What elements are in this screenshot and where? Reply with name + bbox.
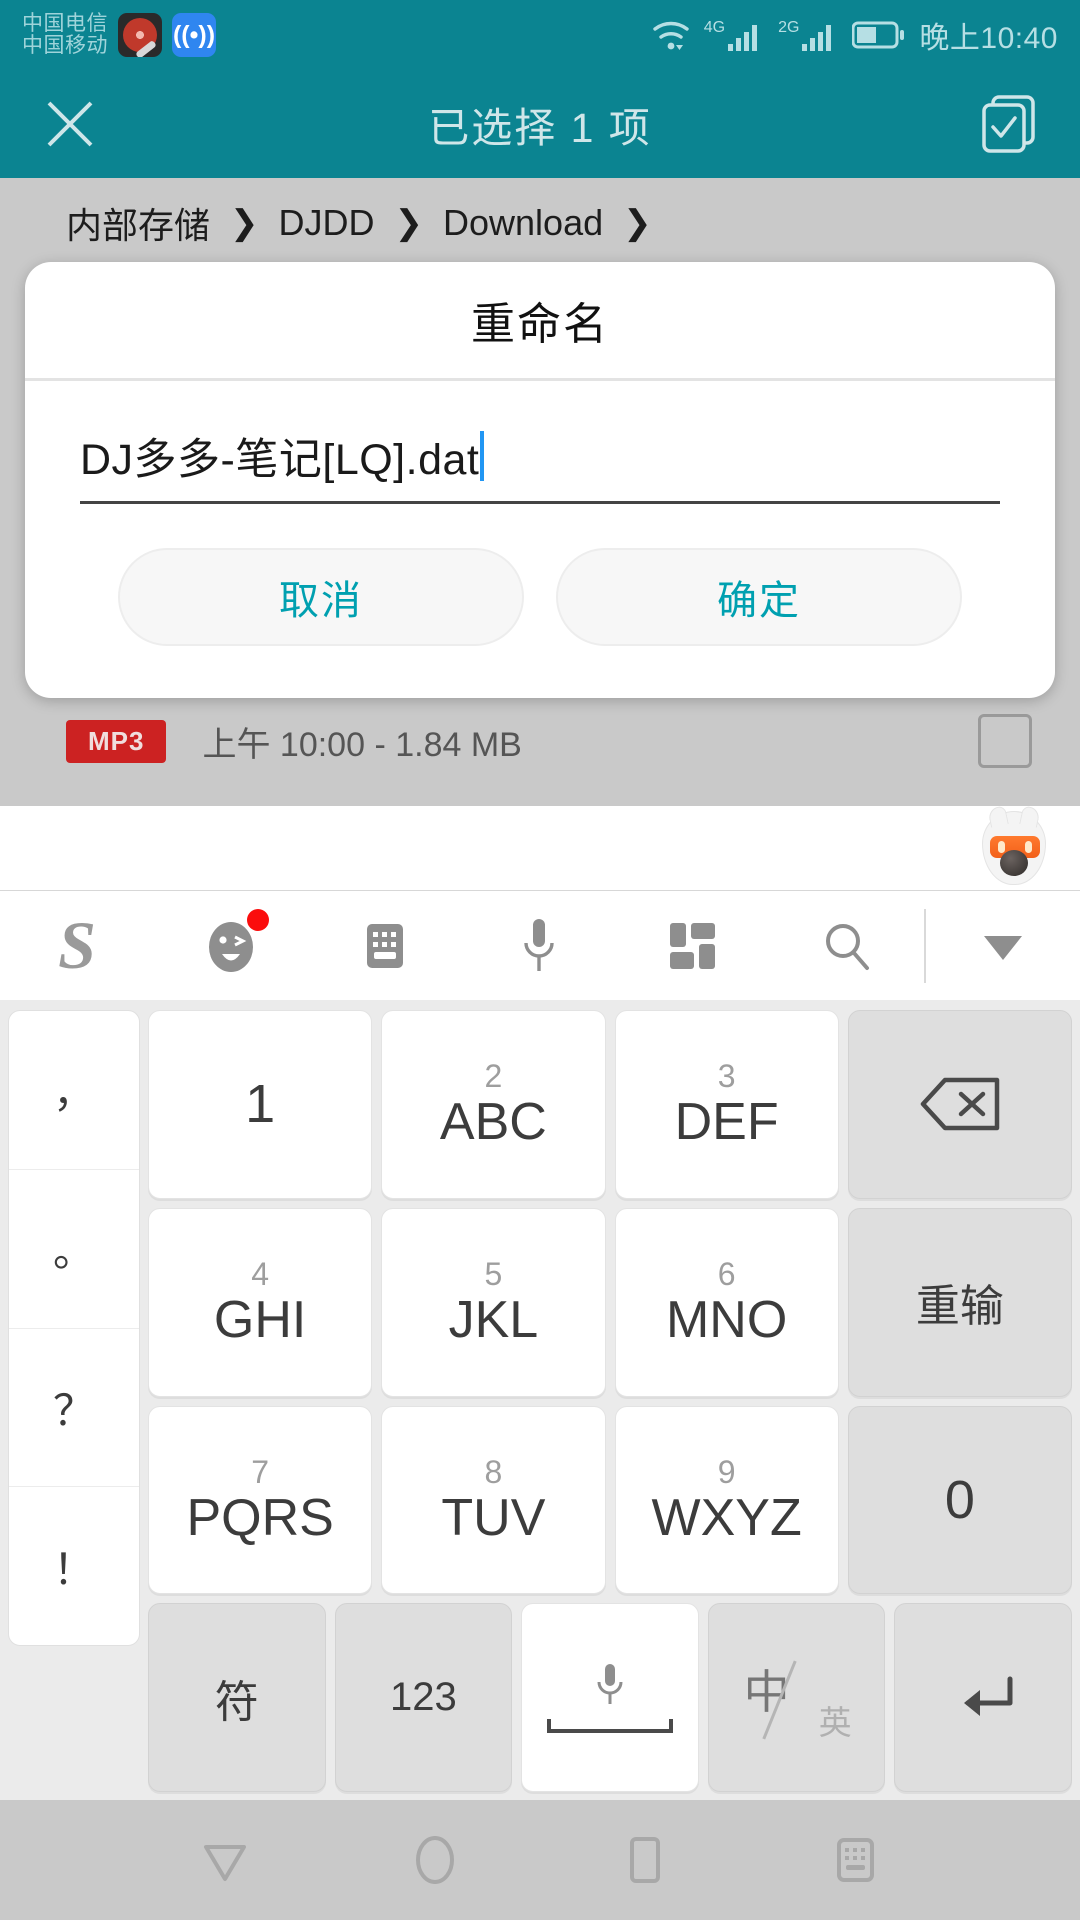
- key-9-wxyz[interactable]: 9 WXYZ: [614, 1405, 839, 1595]
- confirm-button[interactable]: 确定: [556, 548, 962, 646]
- carrier-2: 中国移动: [22, 34, 108, 57]
- key-5-jkl[interactable]: 5 JKL: [381, 1207, 606, 1397]
- carrier-1: 中国电信: [22, 11, 108, 35]
- key-numeric-mode[interactable]: 123: [334, 1603, 513, 1792]
- chevron-right-icon: ❯: [230, 204, 259, 242]
- key-symbols[interactable]: 符: [148, 1603, 326, 1792]
- punctuation-column: ， 。 ？ ！: [8, 1010, 140, 1646]
- rename-input[interactable]: DJ多多-笔记[LQ].dat: [80, 423, 1000, 489]
- keyboard-row-1: 1 2 ABC 3 DEF: [148, 1010, 1072, 1199]
- carrier-names: 中国电信 中国移动: [22, 11, 108, 57]
- key-exclamation[interactable]: ！: [9, 1487, 139, 1645]
- chevron-down-icon[interactable]: [926, 891, 1080, 1001]
- recents-icon[interactable]: [597, 1812, 693, 1908]
- breadcrumb: 内部存储 ❯ DJDD ❯ Download ❯: [0, 178, 1080, 268]
- breadcrumb-item-0[interactable]: 内部存储: [66, 197, 210, 249]
- emoji-icon[interactable]: [154, 891, 308, 1001]
- home-icon[interactable]: [387, 1812, 483, 1908]
- hide-keyboard-icon[interactable]: [807, 1812, 903, 1908]
- keyboard-row-2: 4 GHI 5 JKL 6 MNO 重输: [148, 1207, 1072, 1397]
- ime-candidate-strip: [0, 806, 1080, 890]
- app-bar: 已选择 1 项: [0, 70, 1080, 178]
- wifi-share-icon: ((•)): [172, 13, 216, 57]
- text-caret: [480, 431, 485, 481]
- microphone-icon[interactable]: [462, 891, 616, 1001]
- wifi-icon: [651, 18, 691, 52]
- keyboard-icon[interactable]: [308, 891, 462, 1001]
- rename-dialog: 重命名 DJ多多-笔记[LQ].dat 取消 确定: [25, 262, 1055, 698]
- back-icon[interactable]: [177, 1812, 273, 1908]
- key-2-abc[interactable]: 2 ABC: [381, 1010, 606, 1199]
- close-icon[interactable]: [38, 92, 102, 156]
- file-meta: 上午 10:00 - 1.84 MB: [202, 725, 522, 764]
- key-8-tuv[interactable]: 8 TUV: [381, 1405, 606, 1595]
- key-retype[interactable]: 重输: [847, 1207, 1072, 1397]
- clock: 晚上10:40: [919, 22, 1058, 55]
- enter-icon[interactable]: [894, 1603, 1072, 1792]
- keyboard-row-3: 7 PQRS 8 TUV 9 WXYZ 0: [148, 1405, 1072, 1595]
- row-checkbox[interactable]: [978, 714, 1032, 768]
- cancel-button[interactable]: 取消: [118, 548, 524, 646]
- grid-panel-icon[interactable]: [616, 891, 770, 1001]
- sogou-fox-mascot-icon[interactable]: [982, 811, 1046, 885]
- chevron-right-icon: ❯: [394, 204, 424, 242]
- breadcrumb-item-1[interactable]: DJDD: [279, 202, 375, 244]
- key-grid: 1 2 ABC 3 DEF 4 GHI 5 JKL 6 MNO 重输 7 PQR…: [148, 1010, 1072, 1792]
- ime-toolbar: S: [0, 890, 1080, 1000]
- dj-turntable-icon: [118, 13, 162, 57]
- keyboard: ， 。 ？ ！ 1 2 ABC 3 DEF 4 GHI 5 JKL 6 MNO …: [0, 1000, 1080, 1800]
- keyboard-row-4: 符 123 中 英: [148, 1603, 1072, 1792]
- status-indicators: 4G 2G 晚上10:40: [651, 13, 1058, 57]
- chevron-right-icon: ❯: [623, 204, 652, 242]
- key-0[interactable]: 0: [847, 1405, 1072, 1595]
- dialog-body: DJ多多-笔记[LQ].dat 取消 确定: [25, 381, 1055, 646]
- key-7-pqrs[interactable]: 7 PQRS: [148, 1405, 373, 1595]
- space-bar-glyph: [546, 1719, 673, 1734]
- notification-dot: [247, 908, 269, 931]
- key-4-ghi[interactable]: 4 GHI: [148, 1207, 373, 1397]
- rename-input-value: DJ多多-笔记[LQ].dat: [80, 436, 480, 484]
- key-6-mno[interactable]: 6 MNO: [614, 1207, 839, 1397]
- key-3-def[interactable]: 3 DEF: [614, 1010, 839, 1199]
- navigation-bar: [0, 1800, 1080, 1920]
- page-title: 已选择 1 项: [428, 105, 652, 151]
- file-type-badge: MP3: [66, 719, 167, 763]
- key-question[interactable]: ？: [9, 1329, 139, 1488]
- signal-4g: 4G: [704, 18, 765, 52]
- signal-2g: 2G: [778, 18, 839, 52]
- key-comma[interactable]: ，: [9, 1011, 139, 1170]
- search-icon[interactable]: [770, 891, 924, 1001]
- dialog-title: 重命名: [471, 300, 609, 349]
- microphone-icon: [593, 1662, 627, 1713]
- key-period[interactable]: 。: [9, 1170, 139, 1329]
- key-1[interactable]: 1: [148, 1010, 373, 1199]
- breadcrumb-item-2[interactable]: Download: [443, 202, 603, 244]
- battery-icon: [852, 20, 906, 50]
- key-language-toggle[interactable]: 中 英: [707, 1603, 886, 1792]
- key-space[interactable]: [521, 1603, 699, 1792]
- input-underline: [80, 501, 1000, 504]
- dialog-actions: 取消 确定: [80, 504, 1000, 646]
- rename-input-line[interactable]: DJ多多-笔记[LQ].dat: [80, 423, 1000, 504]
- sogou-logo-icon[interactable]: S: [0, 891, 154, 1001]
- backspace-icon[interactable]: [847, 1010, 1072, 1199]
- status-bar: 中国电信 中国移动 ((•)) 4G 2G 晚上10:40: [0, 0, 1080, 70]
- carrier-group: 中国电信 中国移动 ((•)): [22, 11, 216, 57]
- select-all-icon[interactable]: [978, 92, 1042, 156]
